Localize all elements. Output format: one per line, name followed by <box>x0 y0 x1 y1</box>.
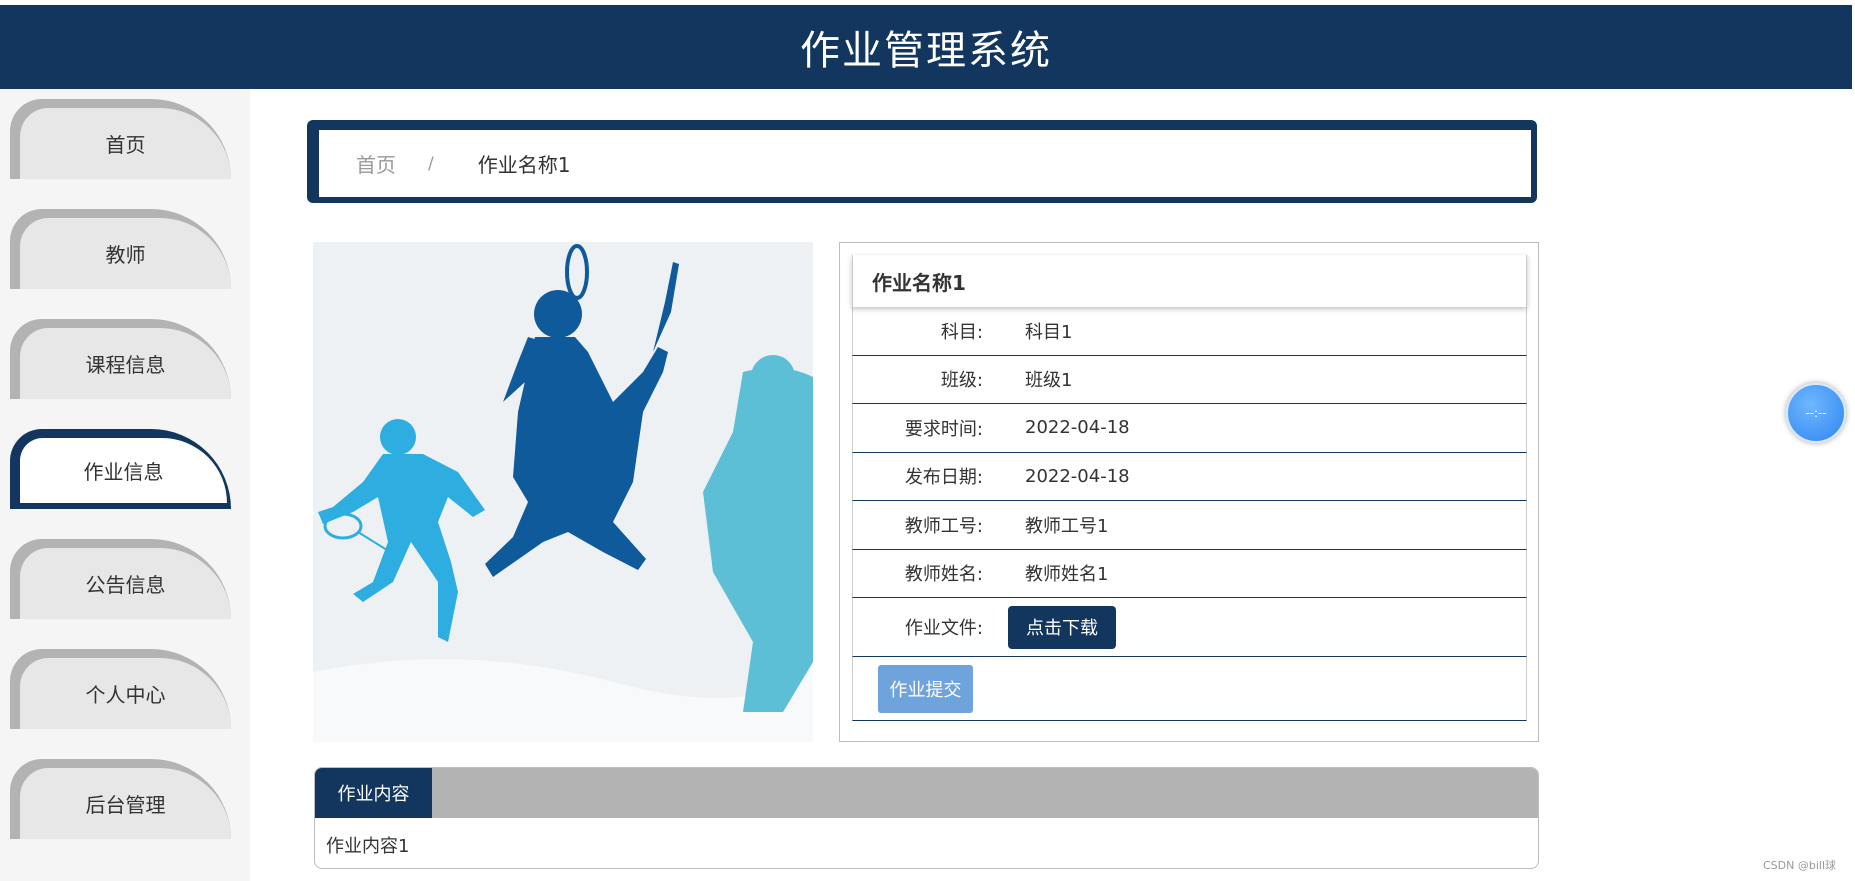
detail-row-deadline: 要求时间: 2022-04-18 <box>852 404 1527 453</box>
breadcrumb-separator: / <box>428 153 434 174</box>
sidebar-item-label: 首页 <box>20 108 231 179</box>
detail-label: 科目: <box>940 321 983 343</box>
sidebar-item-label: 作业信息 <box>20 438 227 503</box>
detail-label: 要求时间: <box>904 418 983 440</box>
timer-text: --:-- <box>1805 406 1827 420</box>
tab-homework-content[interactable]: 作业内容 <box>315 768 432 818</box>
homework-detail-card: 作业名称1 科目: 科目1 班级: 班级1 要求时间: 2022-04-18 发… <box>839 242 1539 742</box>
detail-label: 作业文件: <box>904 618 983 639</box>
detail-value: 教师姓名1 <box>1025 564 1109 586</box>
detail-row-teacher-name: 教师姓名: 教师姓名1 <box>852 549 1527 598</box>
sidebar-item-label: 公告信息 <box>20 548 231 619</box>
content-tabs: 作业内容 作业内容1 <box>314 767 1539 869</box>
detail-row-class: 班级: 班级1 <box>852 355 1527 404</box>
sidebar-item-label: 后台管理 <box>20 768 231 839</box>
sidebar: 首页 教师 课程信息 作业信息 公告信息 个人中心 后台管理 <box>0 89 250 881</box>
floating-timer-button[interactable]: --:-- <box>1786 383 1846 443</box>
watermark: CSDN @bill球 <box>1763 859 1837 872</box>
breadcrumb-home-link[interactable]: 首页 <box>356 149 396 178</box>
detail-label: 发布日期: <box>904 467 983 489</box>
detail-value: 教师工号1 <box>1025 515 1109 537</box>
detail-row-file: 作业文件: 点击下载 <box>852 598 1527 657</box>
submit-homework-button[interactable]: 作业提交 <box>878 664 973 713</box>
sidebar-item-label: 教师 <box>20 218 231 289</box>
tab-content: 作业内容1 <box>326 836 410 857</box>
homework-title: 作业名称1 <box>852 255 1527 307</box>
detail-value: 科目1 <box>1025 321 1073 343</box>
breadcrumb-current: 作业名称1 <box>477 153 571 177</box>
detail-row-submit: 作业提交 <box>852 657 1527 721</box>
sidebar-item-label: 课程信息 <box>20 328 231 399</box>
download-button[interactable]: 点击下载 <box>1008 605 1116 649</box>
sidebar-item-profile[interactable]: 个人中心 <box>10 649 231 729</box>
tab-bar: 作业内容 <box>315 768 1538 818</box>
badminton-players-illustration <box>313 242 813 742</box>
sidebar-item-course[interactable]: 课程信息 <box>10 319 231 399</box>
detail-row-publish-date: 发布日期: 2022-04-18 <box>852 452 1527 501</box>
detail-label: 教师工号: <box>904 515 983 537</box>
sidebar-item-teacher[interactable]: 教师 <box>10 209 231 289</box>
breadcrumb: 首页 / 作业名称1 <box>319 130 1531 197</box>
detail-row-subject: 科目: 科目1 <box>852 307 1527 356</box>
homework-cover-image <box>313 242 813 742</box>
breadcrumb-frame: 首页 / 作业名称1 <box>307 120 1537 203</box>
detail-value: 2022-04-18 <box>1025 417 1130 439</box>
sidebar-item-announcement[interactable]: 公告信息 <box>10 539 231 619</box>
detail-value: 2022-04-18 <box>1025 465 1130 487</box>
sidebar-item-admin[interactable]: 后台管理 <box>10 759 231 839</box>
detail-label: 教师姓名: <box>904 564 983 586</box>
detail-label: 班级: <box>940 370 983 392</box>
top-header: 作业管理系统 <box>0 5 1852 89</box>
sidebar-item-label: 个人中心 <box>20 658 231 729</box>
sidebar-item-home[interactable]: 首页 <box>10 99 231 179</box>
detail-row-teacher-id: 教师工号: 教师工号1 <box>852 501 1527 550</box>
detail-table: 作业名称1 科目: 科目1 班级: 班级1 要求时间: 2022-04-18 发… <box>852 255 1527 730</box>
app-title: 作业管理系统 <box>800 28 1052 74</box>
sidebar-item-homework[interactable]: 作业信息 <box>10 429 231 509</box>
detail-value: 班级1 <box>1025 370 1073 392</box>
